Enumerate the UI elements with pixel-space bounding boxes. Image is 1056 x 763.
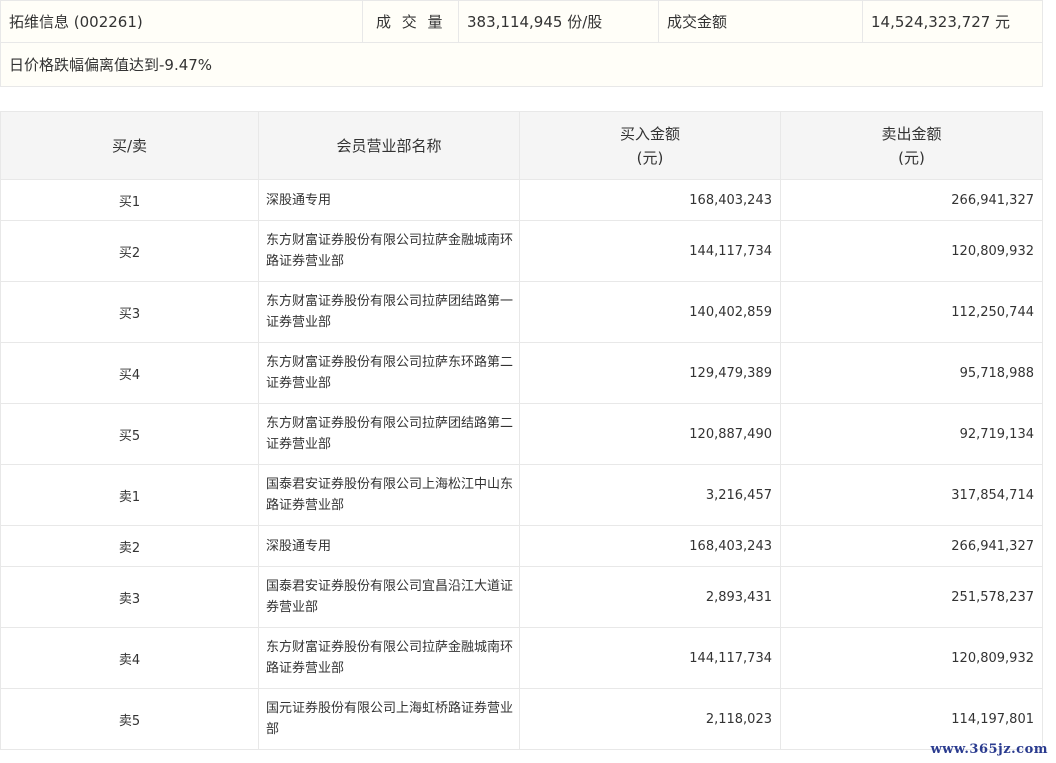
table-row: 卖4 东方财富证券股份有限公司拉萨金融城南环路证券营业部 144,117,734…: [0, 627, 1043, 689]
row-broker-name: 东方财富证券股份有限公司拉萨团结路第一证券营业部: [258, 281, 520, 343]
table-row: 买1 深股通专用 168,403,243 266,941,327: [0, 179, 1043, 221]
row-buy-amount: 144,117,734: [519, 220, 781, 282]
stock-name: 拓维信息 (002261): [0, 0, 363, 43]
row-sell-amount: 266,941,327: [780, 179, 1043, 221]
row-broker-name: 深股通专用: [258, 525, 520, 567]
row-sell-amount: 95,718,988: [780, 342, 1043, 404]
reason-row: 日价格跌幅偏离值达到-9.47%: [0, 42, 1043, 87]
volume-label: 成 交 量: [362, 0, 459, 43]
row-buy-amount: 2,118,023: [519, 688, 781, 750]
row-side: 卖3: [0, 566, 259, 628]
row-sell-amount: 92,719,134: [780, 403, 1043, 465]
summary-row: 拓维信息 (002261) 成 交 量 383,114,945 份/股 成交金额…: [0, 0, 1043, 43]
row-side: 买2: [0, 220, 259, 282]
row-broker-name: 东方财富证券股份有限公司拉萨团结路第二证券营业部: [258, 403, 520, 465]
volume-value: 383,114,945 份/股: [458, 0, 659, 43]
table-row: 卖3 国泰君安证券股份有限公司宜昌沿江大道证券营业部 2,893,431 251…: [0, 566, 1043, 628]
row-buy-amount: 168,403,243: [519, 525, 781, 567]
row-sell-amount: 120,809,932: [780, 627, 1043, 689]
listing-reason: 日价格跌幅偏离值达到-9.47%: [0, 42, 1043, 87]
row-buy-amount: 168,403,243: [519, 179, 781, 221]
row-side: 买1: [0, 179, 259, 221]
row-buy-amount: 140,402,859: [519, 281, 781, 343]
row-side: 卖4: [0, 627, 259, 689]
row-broker-name: 国泰君安证券股份有限公司宜昌沿江大道证券营业部: [258, 566, 520, 628]
row-sell-amount: 251,578,237: [780, 566, 1043, 628]
row-side: 卖2: [0, 525, 259, 567]
row-sell-amount: 317,854,714: [780, 464, 1043, 526]
header-sell-amount: 卖出金额 (元): [780, 111, 1043, 180]
table-row: 买3 东方财富证券股份有限公司拉萨团结路第一证券营业部 140,402,859 …: [0, 281, 1043, 343]
row-broker-name: 东方财富证券股份有限公司拉萨金融城南环路证券营业部: [258, 220, 520, 282]
amount-label: 成交金额: [658, 0, 863, 43]
header-sell-line1: 卖出金额: [881, 124, 942, 143]
row-sell-amount: 266,941,327: [780, 525, 1043, 567]
row-broker-name: 东方财富证券股份有限公司拉萨东环路第二证券营业部: [258, 342, 520, 404]
row-broker-name: 国泰君安证券股份有限公司上海松江中山东路证券营业部: [258, 464, 520, 526]
row-broker-name: 东方财富证券股份有限公司拉萨金融城南环路证券营业部: [258, 627, 520, 689]
table-row: 买4 东方财富证券股份有限公司拉萨东环路第二证券营业部 129,479,389 …: [0, 342, 1043, 404]
row-side: 买4: [0, 342, 259, 404]
row-side: 卖5: [0, 688, 259, 750]
table-header-row: 买/卖 会员营业部名称 买入金额 (元) 卖出金额 (元): [0, 111, 1043, 180]
row-buy-amount: 3,216,457: [519, 464, 781, 526]
row-sell-amount: 112,250,744: [780, 281, 1043, 343]
amount-value: 14,524,323,727 元: [862, 0, 1043, 43]
row-buy-amount: 2,893,431: [519, 566, 781, 628]
trading-summary-table: 拓维信息 (002261) 成 交 量 383,114,945 份/股 成交金额…: [0, 0, 1043, 87]
row-buy-amount: 144,117,734: [519, 627, 781, 689]
header-buy-amount: 买入金额 (元): [519, 111, 781, 180]
header-side: 买/卖: [0, 111, 259, 180]
row-buy-amount: 120,887,490: [519, 403, 781, 465]
row-buy-amount: 129,479,389: [519, 342, 781, 404]
table-row: 买2 东方财富证券股份有限公司拉萨金融城南环路证券营业部 144,117,734…: [0, 220, 1043, 282]
row-sell-amount: 120,809,932: [780, 220, 1043, 282]
header-broker-name: 会员营业部名称: [258, 111, 520, 180]
table-row: 买5 东方财富证券股份有限公司拉萨团结路第二证券营业部 120,887,490 …: [0, 403, 1043, 465]
header-sell-line2: (元): [898, 148, 925, 167]
header-buy-line2: (元): [636, 148, 664, 167]
header-buy-line1: 买入金额: [619, 124, 680, 143]
row-side: 卖1: [0, 464, 259, 526]
table-row: 卖1 国泰君安证券股份有限公司上海松江中山东路证券营业部 3,216,457 3…: [0, 464, 1043, 526]
site-watermark: www.365jz.com: [930, 742, 1048, 757]
row-side: 买5: [0, 403, 259, 465]
row-sell-amount: 114,197,801: [780, 688, 1043, 750]
broker-detail-table: 买/卖 会员营业部名称 买入金额 (元) 卖出金额 (元) 买1 深股通专用 1…: [0, 111, 1043, 750]
row-side: 买3: [0, 281, 259, 343]
table-row: 卖2 深股通专用 168,403,243 266,941,327: [0, 525, 1043, 567]
row-broker-name: 国元证券股份有限公司上海虹桥路证券营业部: [258, 688, 520, 750]
row-broker-name: 深股通专用: [258, 179, 520, 221]
table-row: 卖5 国元证券股份有限公司上海虹桥路证券营业部 2,118,023 114,19…: [0, 688, 1043, 750]
